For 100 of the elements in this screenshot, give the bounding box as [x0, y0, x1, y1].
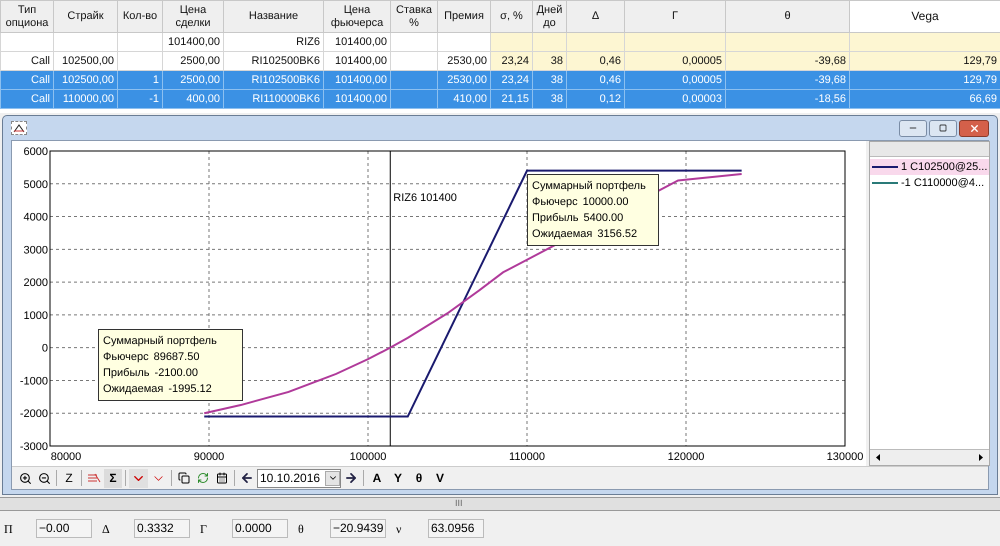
tooltip-label: Ожидаемая: [103, 382, 164, 397]
table-cell: Call: [31, 74, 50, 86]
table-cell: 23,24: [501, 74, 529, 86]
column-header[interactable]: σ, %: [490, 0, 532, 32]
y-tick-label: -2000: [20, 408, 48, 420]
y-tick-label: 4000: [24, 212, 48, 224]
greek-label: Δ: [102, 520, 111, 538]
table-cell: 0,00005: [682, 54, 722, 67]
table-row[interactable]: Call 102500,00 2500,00 RI102500BK6 101400,00 2530,00 23,24 38 0,46 0,00005 -39,68 129,79: [0, 52, 1000, 70]
tooltip-label: Фьючерс: [532, 195, 578, 210]
legend-item[interactable]: -1 C110000@4...: [870, 175, 990, 191]
chart-window-icon: [11, 121, 27, 135]
x-tick-label: 110000: [509, 451, 545, 463]
legend-item[interactable]: 1 C102500@25...: [870, 159, 990, 175]
column-header[interactable]: Премия: [438, 0, 490, 32]
table-cell: 2500,00: [180, 74, 220, 86]
greek-value-field: −20.9439: [330, 519, 386, 538]
table-cell: -18,56: [814, 92, 846, 105]
table-cell: 101400,00: [335, 92, 387, 105]
table-cell: 101400,00: [335, 54, 387, 67]
table-cell: 0,00005: [682, 74, 722, 86]
table-cell: 38: [550, 74, 563, 86]
y-tick-label: 5000: [24, 178, 48, 191]
tooltip-label: Прибыль: [103, 366, 150, 381]
table-cell: 101400,00: [335, 74, 387, 86]
greek-label: Π: [4, 520, 14, 538]
table-cell: Call: [31, 92, 50, 105]
table-cell: -39,68: [814, 74, 846, 86]
table-cell: 2500,00: [180, 54, 220, 67]
table-cell: -1: [149, 92, 159, 105]
column-header[interactable]: Γ: [624, 0, 726, 32]
y-tick-label: 0: [42, 342, 48, 355]
table-cell: -39,68: [814, 54, 846, 67]
column-header[interactable]: Название: [224, 0, 324, 32]
table-cell: Call: [31, 54, 50, 67]
y-tick-label: 6000: [24, 146, 48, 158]
column-header[interactable]: Страйк: [54, 0, 118, 32]
y-tick-label: 2000: [24, 277, 48, 290]
greek-button[interactable]: A: [367, 468, 387, 488]
table-cell: RI102500BK6: [252, 74, 320, 86]
table-cell: 410,00: [453, 92, 487, 105]
tooltip-label: Прибыль: [532, 211, 579, 226]
table-cell: 129,79: [963, 54, 997, 67]
table-cell: 21,15: [501, 92, 529, 105]
close-button[interactable]: [959, 120, 989, 136]
column-header[interactable]: Кол-во: [118, 0, 162, 32]
column-header[interactable]: Vega: [850, 0, 1000, 32]
table-cell: 2530,00: [447, 74, 487, 86]
tooltip-value: 3156.52: [597, 227, 638, 242]
table-cell: 129,79: [963, 74, 997, 86]
table-cell: 102500,00: [62, 54, 114, 67]
maximize-button[interactable]: [929, 120, 957, 136]
tooltip-value: -2100.00: [154, 366, 198, 381]
splitter-grip[interactable]: III: [455, 497, 463, 511]
column-header[interactable]: Дней до: [532, 0, 566, 32]
marker-label: RIZ6 101400: [393, 192, 457, 204]
sum-button[interactable]: Σ: [104, 468, 122, 488]
greek-button[interactable]: θ: [409, 468, 429, 488]
tooltip-value: 89687.50: [154, 350, 200, 365]
greek-value-field: 63.0956: [428, 519, 484, 538]
table-cell: RI102500BK6: [252, 54, 320, 67]
y-tick-label: 3000: [24, 244, 48, 256]
tooltip-title: Суммарный портфель: [532, 179, 647, 194]
tooltip-value: -1995.12: [168, 382, 212, 397]
table-cell: 38: [550, 54, 563, 67]
greek-label: θ: [298, 520, 305, 538]
column-header[interactable]: Цена сделки: [162, 0, 224, 32]
greek-button[interactable]: V: [430, 468, 450, 488]
scroll-right-icon[interactable]: [979, 454, 984, 461]
table-cell: 23,24: [501, 54, 529, 67]
column-header[interactable]: Δ: [566, 0, 624, 32]
horizontal-scrollbar[interactable]: [870, 449, 990, 465]
table-cell: 102500,00: [62, 74, 114, 86]
greek-label: Γ: [200, 520, 208, 538]
scroll-left-icon[interactable]: [876, 454, 880, 461]
date-dropdown[interactable]: 10.10.2016: [257, 468, 341, 488]
legend-label: -1 C110000@4...: [901, 176, 984, 191]
table-cell: 0,46: [600, 74, 621, 86]
table-cell: 0,00003: [682, 92, 722, 105]
table-cell: 101400,00: [168, 36, 220, 48]
table-cell: 101400,00: [335, 36, 387, 48]
column-header[interactable]: Ставка %: [390, 0, 438, 32]
x-tick-label: 120000: [668, 451, 704, 463]
legend-label: 1 C102500@25...: [901, 160, 988, 175]
zoom-button[interactable]: Z: [60, 468, 78, 488]
column-header[interactable]: θ: [726, 0, 850, 32]
column-header[interactable]: Тип опциона: [0, 0, 54, 32]
y-tick-label: 1000: [24, 310, 48, 322]
greek-button[interactable]: Y: [388, 468, 408, 488]
greek-value-field: 0.0000: [232, 519, 288, 538]
x-tick-label: 100000: [350, 451, 386, 463]
table-row[interactable]: 101400,00 RIZ6 101400,00: [0, 32, 1000, 52]
column-header[interactable]: Цена фьючерса: [324, 0, 390, 32]
tooltip-label: Фьючерс: [103, 350, 149, 365]
maximize-icon[interactable]: [939, 124, 947, 132]
tooltip-value: 10000.00: [582, 195, 628, 210]
y-tick-label: -1000: [20, 375, 48, 388]
splitter-bar[interactable]: III: [0, 497, 1000, 511]
close-icon[interactable]: [968, 122, 980, 134]
tooltip-value: 5400.00: [584, 211, 624, 226]
